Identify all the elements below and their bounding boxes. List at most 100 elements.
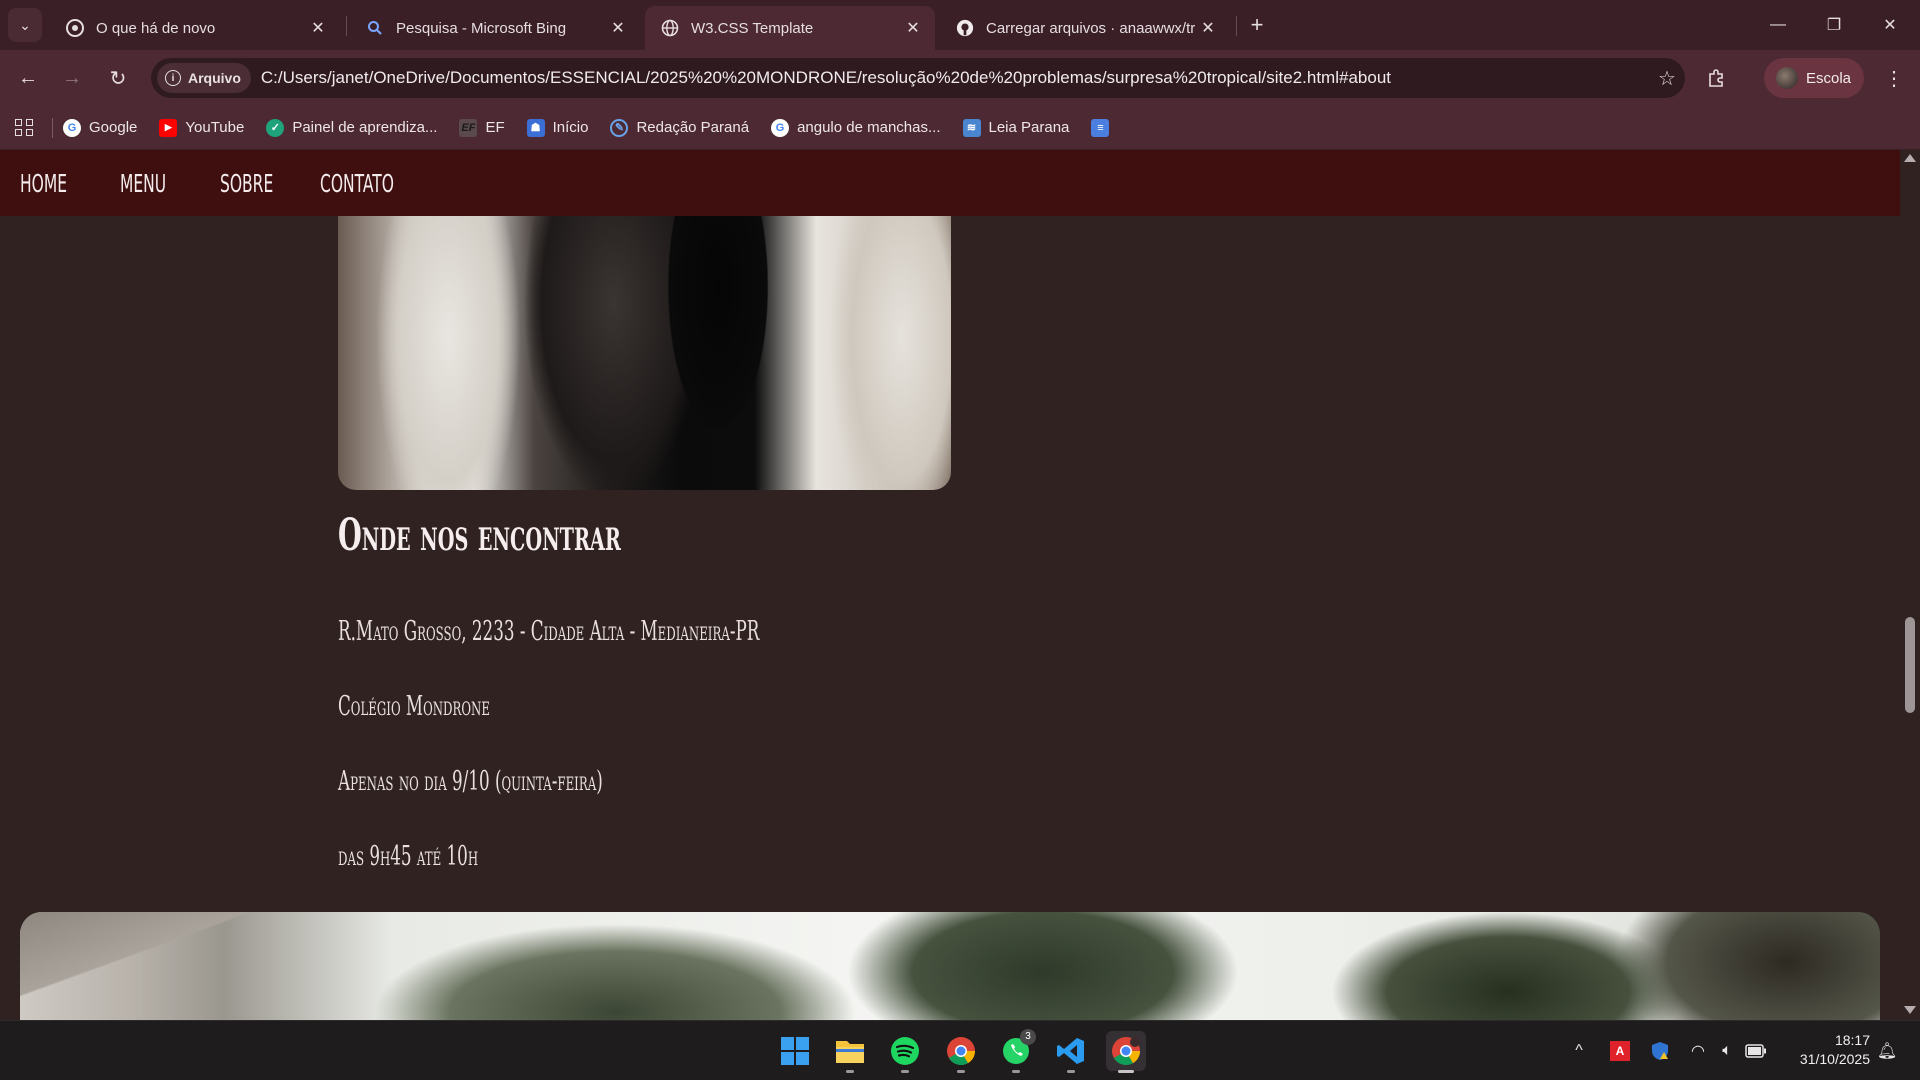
notifications-button[interactable]: 🔔︎	[1872, 1031, 1902, 1071]
tab-bing[interactable]: Pesquisa - Microsoft Bing ✕	[350, 6, 640, 50]
close-icon[interactable]: ✕	[608, 18, 628, 38]
restore-icon: ❐	[1826, 17, 1842, 34]
taskbar-chrome[interactable]	[941, 1031, 981, 1073]
show-hidden-icons-button[interactable]: ^	[1565, 1031, 1593, 1071]
nav-contato-link[interactable]: CONTATO	[320, 169, 394, 198]
windows-start-icon	[781, 1037, 809, 1065]
spotify-icon	[891, 1037, 919, 1065]
close-icon[interactable]: ✕	[1198, 18, 1218, 38]
bookmark-google[interactable]: G Google	[63, 118, 138, 137]
google-icon: G	[63, 118, 81, 137]
bookmark-divider	[52, 117, 53, 138]
nav-sobre-link[interactable]: SOBRE	[220, 169, 273, 198]
time-text: das 9h45 até 10h	[338, 841, 479, 872]
taskbar-file-explorer[interactable]	[830, 1031, 870, 1073]
more-vertical-icon: ⋮	[1884, 67, 1904, 90]
bookmark-star-icon[interactable]: ☆	[1649, 66, 1685, 91]
back-button[interactable]: ←	[12, 62, 44, 94]
nav-home-link[interactable]: HOME	[20, 169, 67, 198]
tray-wifi[interactable]: ◠	[1683, 1031, 1713, 1071]
running-indicator	[1067, 1070, 1075, 1073]
apps-grid-icon[interactable]	[12, 116, 36, 140]
bookmark-ef[interactable]: EF EF	[459, 118, 505, 137]
bookmark-angulo[interactable]: G angulo de manchas...	[771, 118, 941, 137]
taskbar-chrome-profile[interactable]	[1106, 1031, 1146, 1073]
site-info-chip[interactable]: i Arquivo	[157, 63, 251, 93]
page-viewport: HOME MENU SOBRE CONTATO Onde nos encontr…	[0, 150, 1920, 1020]
tab-github-upload[interactable]: Carregar arquivos · anaawwx/tr ✕	[940, 6, 1230, 50]
tab-w3css-template[interactable]: W3.CSS Template ✕	[645, 6, 935, 50]
extensions-button[interactable]	[1700, 62, 1732, 94]
clock-time: 18:17	[1834, 1032, 1870, 1048]
bookmark-label: Google	[89, 119, 138, 136]
tab-title: W3.CSS Template	[691, 19, 814, 37]
bookmark-docs[interactable]: ≡	[1091, 118, 1117, 137]
vscode-icon	[1057, 1038, 1084, 1064]
tab-divider	[346, 16, 347, 36]
taskbar-clock[interactable]: 18:17 31/10/2025	[1770, 1031, 1870, 1069]
battery-icon	[1745, 1044, 1766, 1058]
reload-button[interactable]: ↻	[102, 62, 134, 94]
plus-icon: +	[1250, 12, 1264, 37]
scroll-down-arrow-icon[interactable]	[1904, 1006, 1916, 1014]
puzzle-icon	[1709, 69, 1723, 87]
new-tab-button[interactable]: +	[1243, 11, 1271, 39]
shield-warning-icon	[1652, 1042, 1668, 1060]
url-text[interactable]: C:/Users/janet/OneDrive/Documentos/ESSEN…	[261, 68, 1649, 88]
address-text: R.Mato Grosso, 2233 - Cidade Alta - Medi…	[338, 616, 760, 647]
bookmark-label: Início	[552, 119, 589, 136]
restore-button[interactable]: ❐	[1806, 0, 1862, 50]
learning-panel-icon: ✓	[266, 118, 285, 137]
redacao-icon: ✎	[610, 118, 629, 137]
running-indicator	[1118, 1070, 1134, 1073]
site-navbar: HOME MENU SOBRE CONTATO	[0, 150, 1900, 216]
bookmark-painel[interactable]: ✓ Painel de aprendiza...	[266, 118, 437, 137]
tab-search-button[interactable]: ⌄	[8, 8, 42, 42]
minimize-icon: —	[1770, 16, 1786, 33]
location-photo	[20, 912, 1880, 1020]
minimize-button[interactable]: —	[1750, 0, 1806, 50]
tray-security[interactable]	[1645, 1031, 1675, 1071]
scroll-up-arrow-icon[interactable]	[1904, 154, 1916, 162]
forward-button[interactable]: →	[56, 62, 88, 94]
scrollbar-thumb[interactable]	[1905, 617, 1915, 713]
tab-whats-new[interactable]: O que há de novo ✕	[50, 6, 340, 50]
school-text: Colégio Mondrone	[338, 691, 490, 722]
tab-title: O que há de novo	[96, 19, 216, 37]
bookmark-redacao[interactable]: ✎ Redação Paraná	[610, 118, 749, 137]
notification-bell-icon: 🔔︎	[1876, 1043, 1898, 1060]
arrow-left-icon: ←	[18, 66, 38, 89]
avatar	[1776, 67, 1798, 89]
browser-menu-button[interactable]: ⋮	[1880, 62, 1908, 94]
taskbar-spotify[interactable]	[885, 1031, 925, 1073]
vertical-scrollbar[interactable]	[1900, 150, 1920, 1020]
profile-button[interactable]: Escola	[1764, 58, 1864, 98]
chrome-profile-icon	[1112, 1037, 1140, 1065]
home-portal-icon: ☗	[526, 118, 545, 137]
close-icon[interactable]: ✕	[903, 18, 923, 38]
tray-volume[interactable]: 🔈︎	[1713, 1031, 1741, 1071]
leia-parana-icon: ≋	[962, 118, 981, 137]
bookmark-inicio[interactable]: ☗ Início	[526, 118, 589, 137]
bookmark-youtube[interactable]: ▶ YouTube	[159, 118, 244, 137]
tray-adobe[interactable]: A	[1605, 1031, 1635, 1071]
reload-icon: ↻	[109, 67, 127, 90]
arrow-right-icon: →	[62, 66, 82, 89]
photo-detail	[20, 912, 260, 1020]
clock-date: 31/10/2025	[1799, 1051, 1870, 1067]
profile-label: Escola	[1806, 69, 1852, 87]
start-button[interactable]	[775, 1031, 815, 1071]
nav-menu-link[interactable]: MENU	[120, 169, 166, 198]
address-bar[interactable]: i Arquivo C:/Users/janet/OneDrive/Docume…	[151, 58, 1685, 98]
file-explorer-icon	[836, 1041, 864, 1063]
tray-battery[interactable]	[1742, 1031, 1770, 1071]
ef-icon: EF	[459, 118, 478, 137]
taskbar-whatsapp[interactable]: 3	[996, 1029, 1036, 1073]
tab-title: Carregar arquivos · anaawwx/tr	[986, 19, 1196, 37]
chrome-icon	[66, 19, 84, 37]
tab-divider	[1236, 16, 1237, 36]
close-icon[interactable]: ✕	[308, 18, 328, 38]
bookmark-leia-parana[interactable]: ≋ Leia Parana	[962, 118, 1069, 137]
close-window-button[interactable]: ✕	[1862, 0, 1918, 50]
taskbar-vscode[interactable]	[1051, 1031, 1091, 1073]
